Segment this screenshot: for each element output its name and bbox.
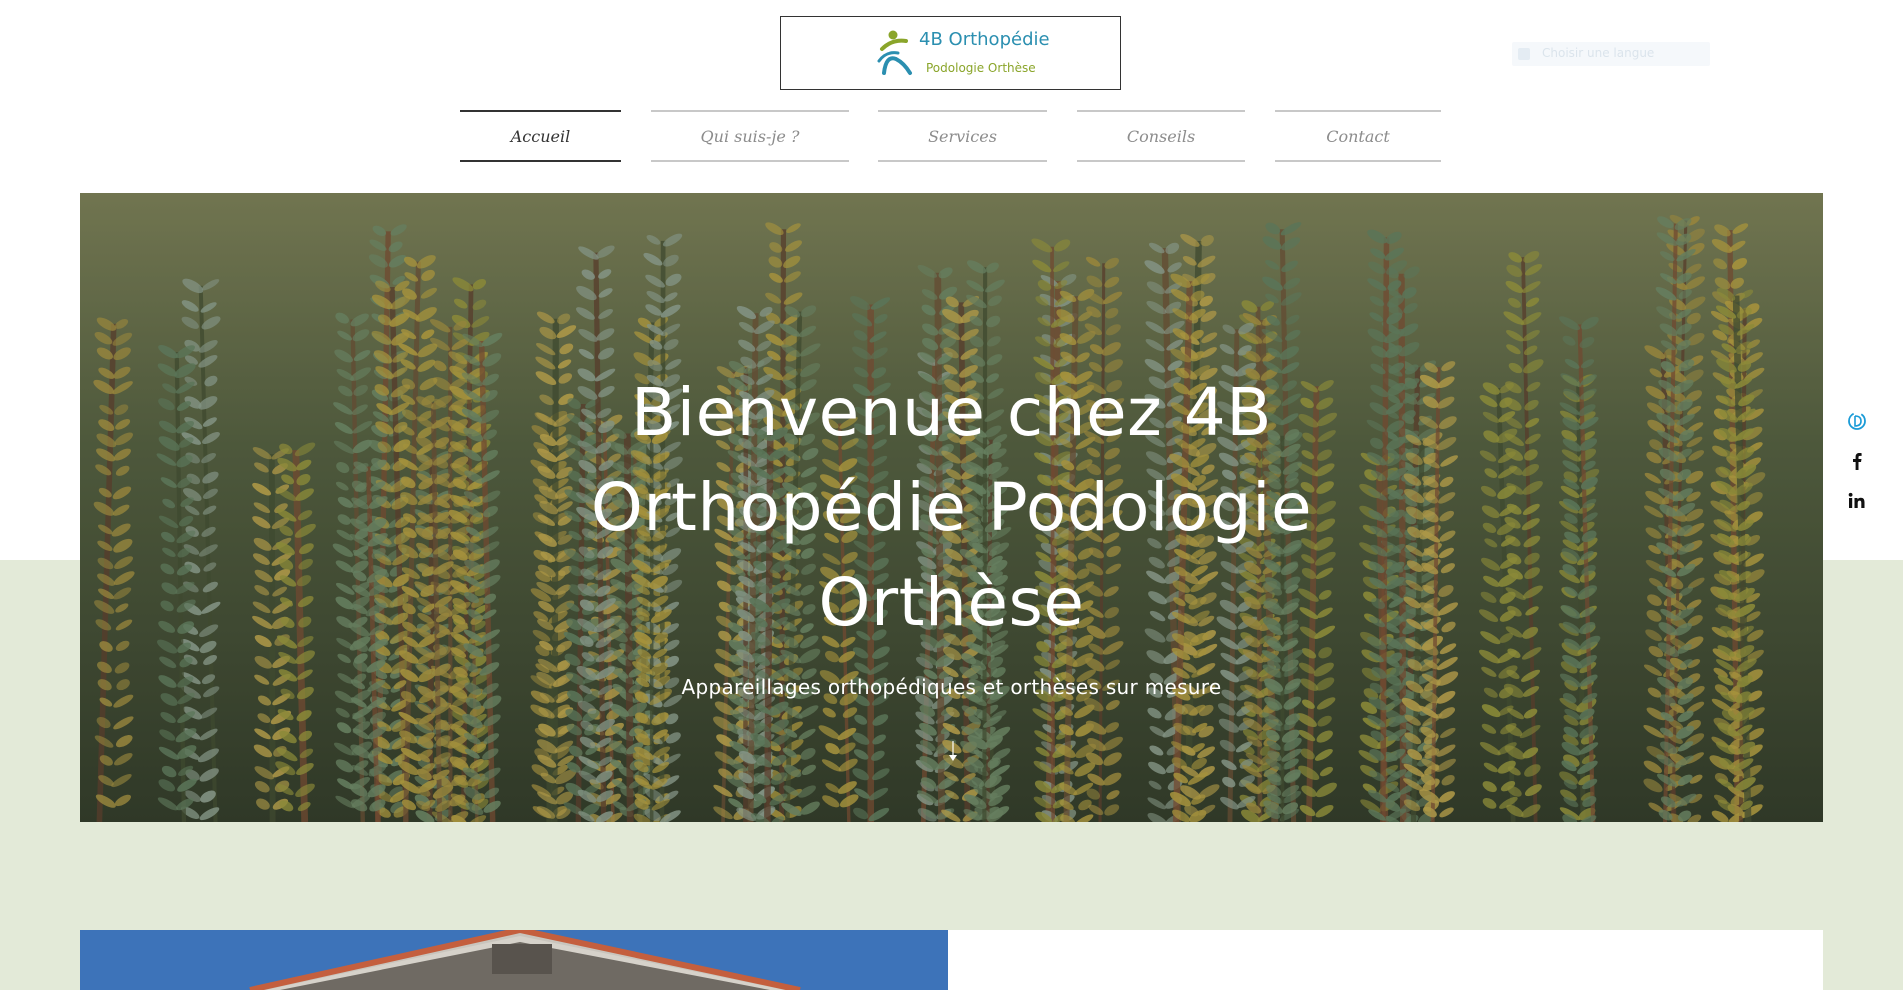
nav-item-contact[interactable]: Contact xyxy=(1275,110,1441,162)
nav-item-label: Contact xyxy=(1326,126,1390,146)
nav-item-label: Qui suis-je ? xyxy=(700,126,800,146)
nav-item-conseils[interactable]: Conseils xyxy=(1077,110,1245,162)
social-bar xyxy=(1845,410,1871,530)
nav-item-label: Services xyxy=(928,126,997,146)
facebook-icon[interactable] xyxy=(1845,450,1869,474)
building-photo xyxy=(80,930,948,990)
language-selector-label: Choisir une langue xyxy=(1542,46,1655,60)
hero-banner: Bienvenue chez 4B Orthopédie Podologie O… xyxy=(80,193,1823,822)
hero-subtitle: Appareillages orthopédiques et orthèses … xyxy=(681,675,1222,699)
globe-icon xyxy=(1518,48,1530,60)
logo-title: 4B Orthopédie xyxy=(919,29,1050,50)
logo-figure-icon xyxy=(877,30,912,75)
hero-title-line: Bienvenue chez 4B xyxy=(630,374,1273,451)
logo-subtitle: Podologie Orthèse xyxy=(926,61,1036,75)
hero-title-line: Orthèse xyxy=(818,564,1085,641)
linkedin-icon[interactable] xyxy=(1845,490,1869,514)
intro-text-card xyxy=(948,930,1823,990)
site-logo[interactable]: 4B Orthopédie Podologie Orthèse xyxy=(780,16,1121,90)
nav-item-label: Conseils xyxy=(1126,126,1196,146)
language-selector[interactable]: Choisir une langue xyxy=(1512,42,1710,66)
nav-item-qui-suis-je[interactable]: Qui suis-je ? xyxy=(651,110,849,162)
nav-item-accueil[interactable]: Accueil xyxy=(460,110,621,162)
scroll-down-arrow-icon[interactable] xyxy=(947,741,959,765)
hero-title: Bienvenue chez 4B Orthopédie Podologie O… xyxy=(80,365,1823,650)
doctolib-icon[interactable] xyxy=(1845,410,1869,434)
hero-title-line: Orthopédie Podologie xyxy=(590,469,1313,546)
nav-item-services[interactable]: Services xyxy=(878,110,1047,162)
nav-item-label: Accueil xyxy=(510,126,571,146)
